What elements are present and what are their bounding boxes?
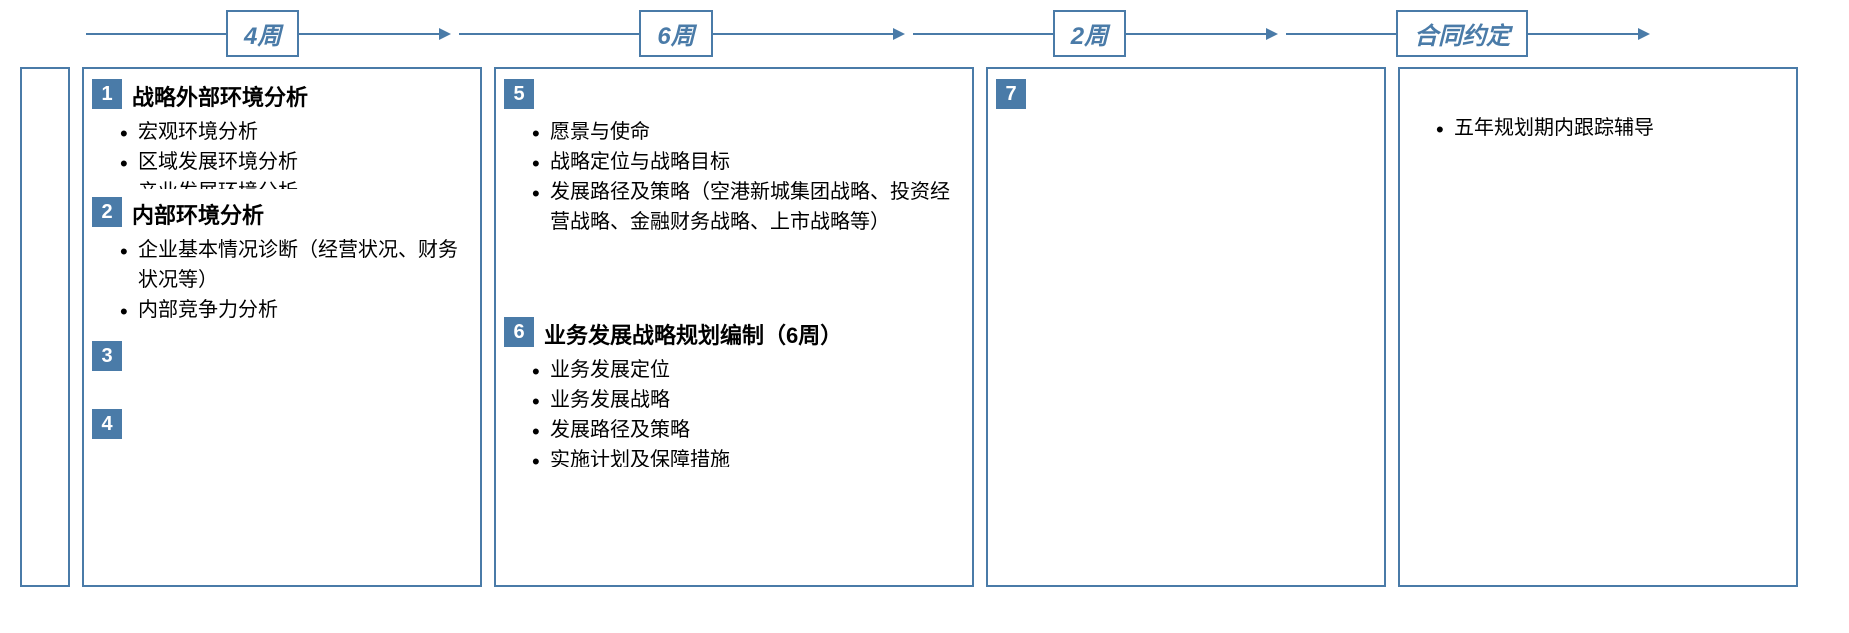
box-items: 愿景与使命 战略定位与战略目标 发展路径及策略（空港新城集团战略、投资经营战略、… bbox=[512, 117, 956, 237]
box-title: 业务发展战略规划编制（6周） bbox=[544, 321, 956, 351]
timeline-seg-4: 合同约定 bbox=[1286, 10, 1650, 57]
box-num: 2 bbox=[92, 197, 122, 227]
time-label-2: 6周 bbox=[639, 10, 712, 57]
time-label-3: 2周 bbox=[1053, 10, 1126, 57]
box-title bbox=[544, 83, 956, 113]
box-4: 4 bbox=[92, 409, 472, 439]
box-5: 5 愿景与使命 战略定位与战略目标 发展路径及策略（空港新城集团战略、投资经营战… bbox=[504, 79, 964, 289]
box-8: 五年规划期内跟踪辅导 bbox=[1408, 109, 1788, 151]
phase-col-4: 五年规划期内跟踪辅导 bbox=[1398, 67, 1798, 587]
timeline-seg-3: 2周 bbox=[913, 10, 1278, 57]
phases-row: 1 战略外部环境分析 宏观环境分析 区域发展环境分析 产业发展环境分析 国企改革… bbox=[20, 67, 1829, 587]
box-title bbox=[1036, 83, 1368, 113]
time-label-4: 合同约定 bbox=[1396, 10, 1528, 57]
time-label-1: 4周 bbox=[226, 10, 299, 57]
box-items: 五年规划期内跟踪辅导 bbox=[1416, 113, 1780, 143]
box-num: 3 bbox=[92, 341, 122, 371]
timeline-seg-2: 6周 bbox=[459, 10, 904, 57]
box-6: 6 业务发展战略规划编制（6周） 业务发展定位 业务发展战略 发展路径及策略 实… bbox=[504, 317, 964, 467]
box-3: 3 bbox=[92, 341, 472, 401]
box-title: 内部环境分析 bbox=[132, 201, 464, 231]
box-num: 6 bbox=[504, 317, 534, 347]
box-num: 1 bbox=[92, 79, 122, 109]
phase-title-cell bbox=[20, 67, 70, 587]
box-title: 战略外部环境分析 bbox=[132, 83, 464, 113]
timeline-row: 4周 6周 2周 合同约定 bbox=[20, 10, 1829, 57]
box-num: 5 bbox=[504, 79, 534, 109]
box-items: 企业基本情况诊断（经营状况、财务状况等） 内部竞争力分析 bbox=[100, 235, 464, 325]
box-1: 1 战略外部环境分析 宏观环境分析 区域发展环境分析 产业发展环境分析 国企改革… bbox=[92, 79, 472, 189]
box-num: 4 bbox=[92, 409, 122, 439]
phase-col-2: 5 愿景与使命 战略定位与战略目标 发展路径及策略（空港新城集团战略、投资经营战… bbox=[494, 67, 974, 587]
phase-col-3: 7 bbox=[986, 67, 1386, 587]
box-7: 7 bbox=[996, 79, 1376, 121]
box-2: 2 内部环境分析 企业基本情况诊断（经营状况、财务状况等） 内部竞争力分析 bbox=[92, 197, 472, 333]
timeline-seg-1: 4周 bbox=[86, 10, 451, 57]
phase-col-1: 1 战略外部环境分析 宏观环境分析 区域发展环境分析 产业发展环境分析 国企改革… bbox=[82, 67, 482, 587]
box-items: 业务发展定位 业务发展战略 发展路径及策略 实施计划及保障措施 bbox=[512, 355, 956, 467]
box-items: 宏观环境分析 区域发展环境分析 产业发展环境分析 国企改革政策分析 bbox=[100, 117, 464, 189]
box-num: 7 bbox=[996, 79, 1026, 109]
